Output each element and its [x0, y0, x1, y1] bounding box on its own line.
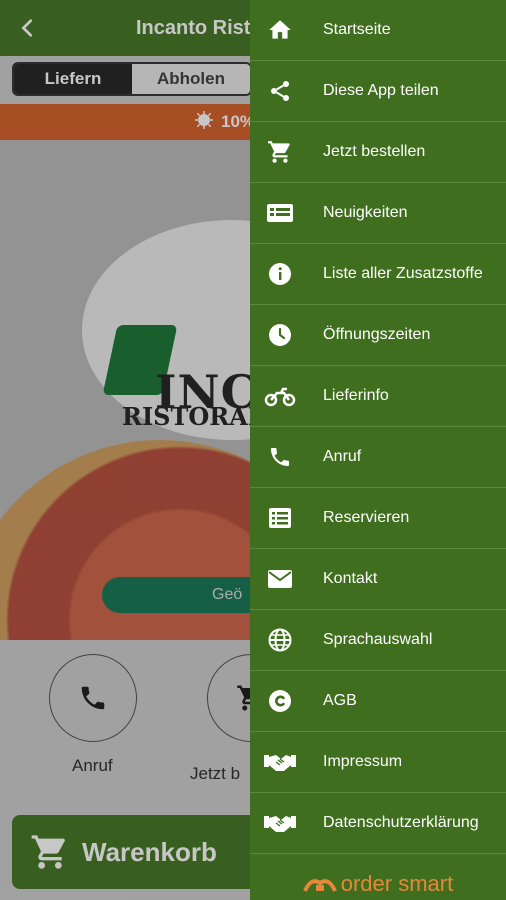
menu-item-label: Datenschutzerklärung [323, 814, 479, 831]
brand-text: order smart [340, 871, 454, 896]
menu-item-label: Startseite [323, 21, 391, 38]
menu-item-call[interactable]: Anruf [250, 427, 506, 488]
info-icon [269, 263, 291, 285]
menu-item-news[interactable]: Neuigkeiten [250, 183, 506, 244]
cart-icon [268, 141, 290, 163]
menu-item-additives[interactable]: Liste aller Zusatzstoffe [250, 244, 506, 305]
menu-item-privacy[interactable]: Datenschutzerklärung [250, 793, 506, 854]
share-icon [271, 81, 289, 101]
mail-icon [268, 570, 292, 588]
menu-item-reserve[interactable]: Reservieren [250, 488, 506, 549]
order-smart-logo-icon [302, 879, 337, 892]
menu-item-label: Anruf [323, 448, 362, 465]
menu-item-delivery-info[interactable]: Lieferinfo [250, 366, 506, 427]
navigation-drawer: Startseite Diese App teilen Jetzt bestel… [250, 0, 506, 900]
menu-item-label: Sprachauswahl [323, 631, 433, 648]
globe-icon [268, 628, 292, 652]
list-icon [269, 508, 291, 528]
clock-icon [269, 324, 291, 346]
phone-icon [271, 448, 289, 466]
menu-item-contact[interactable]: Kontakt [250, 549, 506, 610]
motorbike-icon [264, 387, 296, 407]
menu-item-imprint[interactable]: Impressum [250, 732, 506, 793]
copyright-icon [269, 690, 291, 712]
drawer-menu: Startseite Diese App teilen Jetzt bestel… [250, 0, 506, 854]
menu-item-label: Jetzt bestellen [323, 143, 426, 160]
menu-item-label: Impressum [323, 753, 403, 770]
menu-item-label: Lieferinfo [323, 387, 389, 404]
handshake-icon [264, 816, 296, 832]
order-smart-brand: order smart [250, 868, 506, 900]
menu-item-label: Neuigkeiten [323, 204, 408, 221]
menu-item-label: Öffnungszeiten [323, 326, 431, 343]
menu-item-label: Reservieren [323, 509, 410, 526]
menu-item-label: AGB [323, 692, 357, 709]
menu-item-language[interactable]: Sprachauswahl [250, 610, 506, 671]
menu-item-opening-hours[interactable]: Öffnungszeiten [250, 305, 506, 366]
menu-item-share[interactable]: Diese App teilen [250, 61, 506, 122]
menu-item-terms[interactable]: AGB [250, 671, 506, 732]
menu-item-order[interactable]: Jetzt bestellen [250, 122, 506, 183]
menu-item-label: Diese App teilen [323, 82, 439, 99]
menu-item-startseite[interactable]: Startseite [250, 0, 506, 61]
news-icon [267, 204, 293, 222]
handshake-icon [264, 755, 296, 771]
menu-item-label: Liste aller Zusatzstoffe [323, 265, 483, 282]
menu-item-label: Kontakt [323, 570, 378, 587]
home-icon [269, 20, 291, 39]
